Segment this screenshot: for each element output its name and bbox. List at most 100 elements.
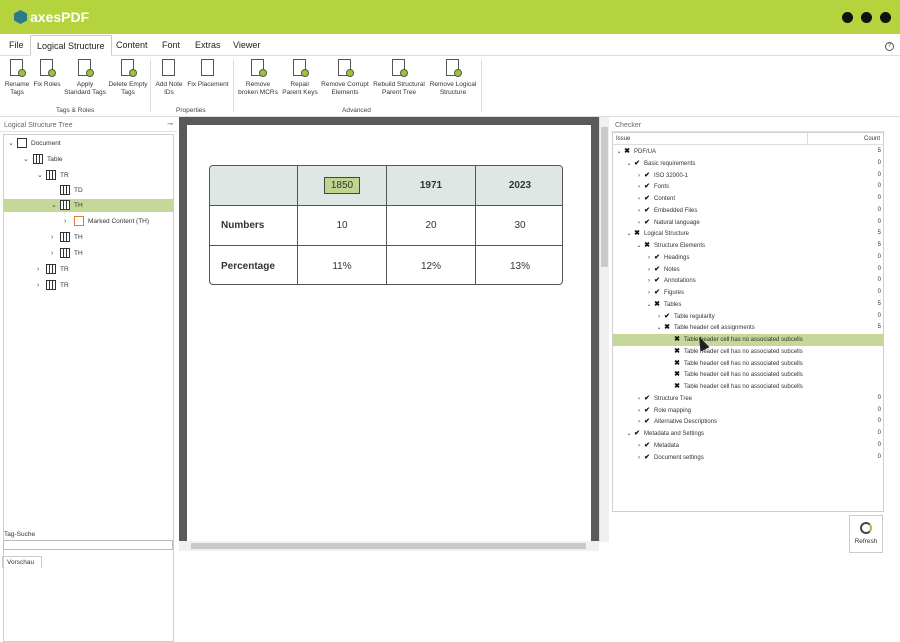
chevron-down-icon[interactable]: ⌄: [8, 137, 14, 150]
pin-icon[interactable]: ⊸: [167, 120, 173, 128]
tree-item-th[interactable]: › TH: [4, 231, 173, 244]
vertical-scrollbar[interactable]: [599, 117, 609, 542]
table-cell[interactable]: 11%: [298, 246, 387, 284]
table-header-cell-2023[interactable]: 2023: [476, 166, 562, 206]
fix-roles-button[interactable]: Fix Roles: [32, 58, 62, 89]
checker-row[interactable]: › ✔ Natural language 0: [613, 217, 883, 229]
tree-item-th[interactable]: › TH: [4, 247, 173, 260]
checker-row[interactable]: › ✔ Figures 0: [613, 287, 883, 299]
tree-item-marked-content[interactable]: › Marked Content (TH): [4, 215, 173, 228]
chevron-right-icon[interactable]: ›: [64, 215, 66, 228]
tag-search-input[interactable]: [3, 540, 173, 550]
checker-row[interactable]: › ✔ Embedded Files 0: [613, 205, 883, 217]
chevron-right-icon[interactable]: ›: [635, 453, 643, 465]
checker-row[interactable]: › ✔ Fonts 0: [613, 181, 883, 193]
table-cell[interactable]: 13%: [476, 246, 562, 284]
table-header-cell-1850[interactable]: 1850: [298, 166, 387, 206]
tree-item-tr[interactable]: ⌄ TR: [4, 169, 173, 182]
fix-placement-button[interactable]: Fix Placement: [186, 58, 230, 89]
tree-item-document[interactable]: ⌄ Document: [4, 137, 173, 150]
menu-font[interactable]: Font: [162, 40, 180, 50]
cross-icon: ✖: [664, 324, 670, 332]
checker-row[interactable]: ✖ Table header cell has no associated sub…: [613, 346, 883, 358]
checker-row[interactable]: ⌄ ✔ Basic requirements 0: [613, 158, 883, 170]
table-header-cell-1971[interactable]: 1971: [387, 166, 476, 206]
tree-item-th-selected[interactable]: ⌄ TH: [4, 199, 173, 212]
menu-viewer[interactable]: Viewer: [233, 40, 260, 50]
scroll-thumb[interactable]: [191, 543, 586, 549]
checker-row[interactable]: ⌄ ✔ Metadata and Settings 0: [613, 428, 883, 440]
count-column-header[interactable]: Count: [864, 136, 880, 142]
delete-empty-tags-button[interactable]: Delete Empty Tags: [108, 58, 148, 96]
table-row-icon: [46, 264, 56, 275]
checker-row[interactable]: ⌄ ✖ Structure Elements 5: [613, 240, 883, 252]
checker-row[interactable]: › ✔ Document settings 0: [613, 452, 883, 464]
checker-row-label: Metadata: [654, 442, 680, 449]
menu-file[interactable]: File: [9, 40, 24, 50]
tree-item-tr[interactable]: › TR: [4, 263, 173, 276]
rename-tags-button[interactable]: Rename Tags: [3, 58, 31, 96]
chevron-right-icon[interactable]: ›: [51, 247, 53, 260]
checker-row[interactable]: › ✔ Table regularity 0: [613, 311, 883, 323]
tree-item-td[interactable]: TD: [4, 184, 173, 197]
table-cell[interactable]: 10: [298, 206, 387, 246]
remove-corrupt-elements-button[interactable]: Remove Corrupt Elements: [320, 58, 370, 96]
checker-row[interactable]: › ✔ Metadata 0: [613, 440, 883, 452]
checker-row-count: 5: [877, 324, 881, 331]
tab-vorschau[interactable]: Vorschau: [2, 556, 42, 568]
fix-roles-icon: [37, 58, 57, 78]
tree-item-tr[interactable]: › TR: [4, 279, 173, 292]
menu-logical-structure[interactable]: Logical Structure: [30, 35, 112, 56]
checker-row[interactable]: ✖ Table header cell has no associated sub…: [613, 358, 883, 370]
checker-row[interactable]: ⌄ ✖ Logical Structure 5: [613, 228, 883, 240]
repair-parent-keys-button[interactable]: Repair Parent Keys: [281, 58, 319, 96]
checker-row[interactable]: ✖ Table header cell has no associated sub…: [613, 369, 883, 381]
checker-row[interactable]: ✖ Table header cell has no associated sub…: [613, 334, 883, 346]
checker-row[interactable]: › ✔ Headings 0: [613, 252, 883, 264]
table-cell[interactable]: 30: [476, 206, 562, 246]
checker-row[interactable]: › ✔ ISO 32000-1 0: [613, 170, 883, 182]
chevron-down-icon[interactable]: ⌄: [37, 169, 43, 182]
checker-row[interactable]: › ✔ Content 0: [613, 193, 883, 205]
table-header-cell[interactable]: [210, 166, 298, 206]
menu-content[interactable]: Content: [116, 40, 148, 50]
checker-row[interactable]: › ✔ Alternative Descriptions 0: [613, 416, 883, 428]
checker-row[interactable]: ⌄ ✖ Tables 5: [613, 299, 883, 311]
checker-tree: Issue Count ⌄ ✖ PDF/UA 5 ⌄ ✔ Basic requirement…: [612, 132, 884, 512]
chevron-right-icon[interactable]: ›: [51, 231, 53, 244]
check-icon: ✔: [654, 277, 660, 285]
chevron-right-icon[interactable]: ›: [37, 263, 39, 276]
table-row-icon: [46, 170, 56, 181]
menu-extras[interactable]: Extras: [195, 40, 221, 50]
add-note-ids-button[interactable]: Add Note IDs: [153, 58, 185, 96]
apply-standard-tags-button[interactable]: Apply Standard Tags: [63, 58, 107, 96]
scroll-thumb[interactable]: [601, 127, 608, 267]
table-row-header[interactable]: Numbers: [210, 206, 298, 246]
issue-column-header[interactable]: Issue: [616, 136, 630, 142]
table-cell[interactable]: 20: [387, 206, 476, 246]
remove-logical-structure-button[interactable]: Remove Logical Structure: [428, 58, 478, 96]
remove-broken-mcrs-button[interactable]: Remove broken MCRs: [236, 58, 280, 96]
window-dot-2[interactable]: [861, 12, 872, 23]
checker-row[interactable]: › ✔ Annotations 0: [613, 275, 883, 287]
chevron-down-icon[interactable]: ⌄: [51, 199, 57, 212]
checker-row[interactable]: › ✔ Role mapping 0: [613, 405, 883, 417]
table-row-header[interactable]: Percentage: [210, 246, 298, 284]
help-icon[interactable]: ?: [885, 42, 894, 51]
checker-row[interactable]: ✖ Table header cell has no associated sub…: [613, 381, 883, 393]
checker-row[interactable]: › ✔ Structure Tree 0: [613, 393, 883, 405]
marked-content-icon: [74, 216, 84, 227]
checker-row[interactable]: ⌄ ✖ Table header cell assignments 5: [613, 322, 883, 334]
window-dot-3[interactable]: [880, 12, 891, 23]
tree-item-table[interactable]: ⌄ Table: [4, 153, 173, 166]
chevron-down-icon[interactable]: ⌄: [23, 153, 29, 166]
horizontal-scrollbar[interactable]: [179, 541, 599, 551]
checker-row-count: 5: [877, 300, 881, 307]
checker-row[interactable]: › ✔ Notes 0: [613, 264, 883, 276]
checker-row[interactable]: ⌄ ✖ PDF/UA 5: [613, 146, 883, 158]
table-cell[interactable]: 12%: [387, 246, 476, 284]
window-dot-1[interactable]: [842, 12, 853, 23]
rebuild-structural-parent-tree-button[interactable]: Rebuild Structural Parent Tree: [371, 58, 427, 96]
refresh-button[interactable]: Refresh: [849, 515, 883, 553]
chevron-right-icon[interactable]: ›: [37, 279, 39, 292]
